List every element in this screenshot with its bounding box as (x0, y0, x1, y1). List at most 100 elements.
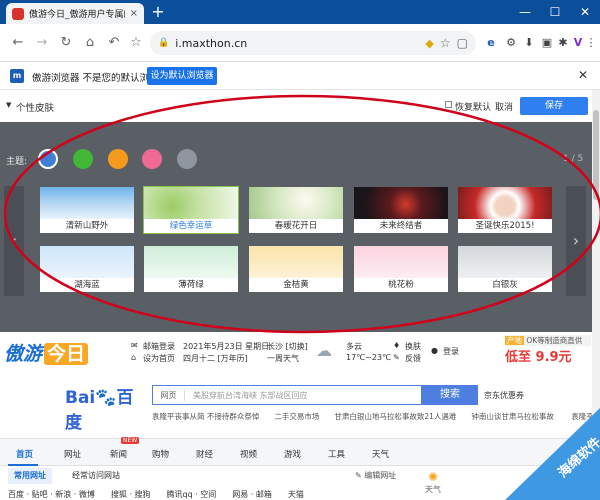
tab-close-icon[interactable]: × (130, 8, 138, 19)
star-icon[interactable]: ☆ (440, 36, 451, 50)
skin-caption: 绿色幸运草 (144, 219, 238, 233)
collapse-chevron-icon[interactable]: ▼ (6, 101, 11, 109)
tab-search-icon[interactable]: ▢ (457, 36, 468, 50)
url-text[interactable]: i.maxthon.cn (175, 37, 419, 50)
nav-sites[interactable]: 网址 (64, 448, 81, 460)
address-toolbar: ← → ↻ ⌂ ↶ ☆ 🔒 i.maxthon.cn ◆ ☆ ▢ e ⚙ ⬇ ▣… (0, 24, 600, 62)
user-icon: ● (431, 346, 438, 355)
theme-label: 主题: (6, 157, 28, 167)
maximize-button[interactable]: ☐ (540, 0, 570, 24)
subtab-common-sites[interactable]: 常用网址 (8, 468, 52, 484)
skin-card-spring[interactable]: 春暖花开日 (249, 187, 343, 233)
swatch-gray[interactable] (177, 149, 197, 169)
swatch-orange[interactable] (108, 149, 128, 169)
baidu-logo[interactable]: Bai🐾百度 (65, 383, 135, 433)
minimize-button[interactable]: — (510, 0, 540, 24)
save-button[interactable]: 保存 (520, 97, 588, 115)
skin-caption: 金桔黄 (249, 278, 343, 292)
jd-coupon-link[interactable]: 京东优惠券 (484, 390, 524, 401)
ad-price: 低至 9.9元 (505, 350, 572, 365)
download-icon[interactable]: ⬇ (520, 33, 538, 53)
skin-card-mint-green[interactable]: 薄荷绿 (144, 246, 238, 292)
temperature-text: 17℃~23℃ (346, 353, 392, 362)
reset-default-button[interactable]: 恢复默认 (455, 100, 491, 113)
infobar-close-icon[interactable]: ✕ (578, 68, 588, 82)
next-arrow-icon[interactable]: › (566, 186, 586, 296)
edit-icon: ✎ (355, 471, 365, 480)
nav-weather[interactable]: 天气 (372, 448, 389, 460)
common-site-links[interactable]: 百度 · 贴吧 · 新浪 · 微博 搜狐 · 搜狗 腾讯qq · 空间 网易 ·… (8, 489, 304, 500)
skin-caption: 白银灰 (458, 278, 552, 292)
swatch-blue[interactable] (38, 149, 58, 169)
address-bar[interactable]: 🔒 i.maxthon.cn ◆ ☆ ▢ (150, 31, 476, 55)
subtab-frequent-sites[interactable]: 经常访问网站 (66, 468, 126, 484)
mail-login-link[interactable]: 邮箱登录 (143, 341, 175, 352)
lunar-calendar-link[interactable]: 四月十二 [万年历] (183, 353, 248, 364)
settings-icon[interactable]: ⚙ (502, 33, 520, 53)
window-close-button[interactable]: ✕ (570, 0, 600, 24)
ad-description: OK等制造商直供 (526, 336, 583, 345)
login-link[interactable]: 登录 (443, 346, 459, 357)
weekly-weather-link[interactable]: 一周天气 (267, 353, 299, 364)
skin-caption: 湖海蓝 (40, 278, 134, 292)
reset-checkbox[interactable] (445, 101, 452, 108)
weather-widget[interactable]: ✺ 天气 (418, 470, 448, 500)
mail-icon: ✉ (131, 341, 138, 350)
search-box[interactable]: 网页 美股穿航台湾海峡 东部战区回应 (152, 385, 422, 405)
nav-news[interactable]: 新闻 (110, 448, 127, 460)
extension-icon[interactable]: ◆ (425, 37, 433, 50)
search-button[interactable]: 搜索 (422, 385, 478, 405)
home-icon[interactable]: ⌂ (80, 33, 100, 53)
skin-card-clover[interactable]: 绿色幸运草 (143, 186, 239, 234)
search-type-select[interactable]: 网页 (153, 389, 185, 401)
ad-banner[interactable]: 产地 OK等制造商直供 低至 9.9元 (505, 335, 591, 365)
nav-finance[interactable]: 财经 (196, 448, 213, 460)
skin-card-peach-pink[interactable]: 桃花粉 (354, 246, 448, 292)
forward-icon[interactable]: → (32, 33, 52, 53)
skin-card-christmas[interactable]: 圣诞快乐2015! (458, 187, 552, 233)
skin-card-orange-yellow[interactable]: 金桔黄 (249, 246, 343, 292)
undo-close-icon[interactable]: ↶ (104, 33, 124, 53)
search-input[interactable]: 美股穿航台湾海峡 东部战区回应 (185, 390, 308, 401)
nav-home[interactable]: 首页 (16, 448, 33, 460)
new-badge: NEW (121, 437, 140, 444)
back-icon[interactable]: ← (8, 33, 28, 53)
feedback-link[interactable]: 反馈 (405, 353, 421, 364)
skin-card-silver-gray[interactable]: 白银灰 (458, 246, 552, 292)
prev-arrow-icon[interactable]: ‹ (4, 186, 24, 296)
bookmark-icon[interactable]: ☆ (126, 33, 146, 53)
terminator-thumbnail (354, 187, 448, 219)
skin-link[interactable]: 换肤 (405, 341, 421, 352)
skin-caption: 清新山野外 (40, 219, 134, 233)
skin-card-mountain[interactable]: 清新山野外 (40, 187, 134, 233)
new-tab-button[interactable]: + (150, 4, 166, 20)
hot-search-links[interactable]: 袁隆平丧事从简 不接待群众祭悼 二手交易市场 甘肃白银山地马拉松事故致21人遇难… (152, 411, 592, 422)
skin-card-terminator[interactable]: 未来终结者 (354, 187, 448, 233)
skin-pager: 1 / 5 (563, 154, 584, 164)
date-text: 2021年5月23日 星期日 (183, 342, 270, 351)
cancel-button[interactable]: 取消 (495, 100, 513, 113)
sun-icon: ✺ (427, 470, 439, 484)
set-homepage-link[interactable]: 设为首页 (143, 353, 175, 364)
tab-active[interactable]: 傲游今日_傲游用户专属的网址导 × (6, 3, 144, 24)
maxthon-e-icon[interactable]: e (482, 33, 500, 53)
set-default-button[interactable]: 设为默认浏览器 (147, 67, 217, 85)
skin-title: 个性皮肤 (16, 103, 55, 114)
skin-card-lake-blue[interactable]: 湖海蓝 (40, 246, 134, 292)
edit-sites-link[interactable]: ✎ 编辑网址 (355, 470, 396, 481)
skin-caption: 春暖花开日 (249, 219, 343, 233)
swatch-green[interactable] (73, 149, 93, 169)
nav-shopping[interactable]: 购物 (152, 448, 169, 460)
scrollbar-thumb[interactable] (593, 110, 599, 200)
maxthon-today-logo[interactable]: 傲游 今日 (4, 339, 89, 366)
nav-games[interactable]: 游戏 (284, 448, 301, 460)
maxthon-favicon-icon (12, 7, 24, 20)
nav-video[interactable]: 视频 (240, 448, 257, 460)
swatch-pink[interactable] (142, 149, 162, 169)
reload-icon[interactable]: ↻ (56, 33, 76, 53)
nav-tools[interactable]: 工具 (328, 448, 345, 460)
menu-icon[interactable]: ⋮ (584, 33, 598, 53)
site-subtabs: 常用网址 经常访问网站 (8, 468, 408, 484)
skin-caption: 桃花粉 (354, 278, 448, 292)
city-switch[interactable]: 长沙 [切换] (267, 341, 308, 352)
